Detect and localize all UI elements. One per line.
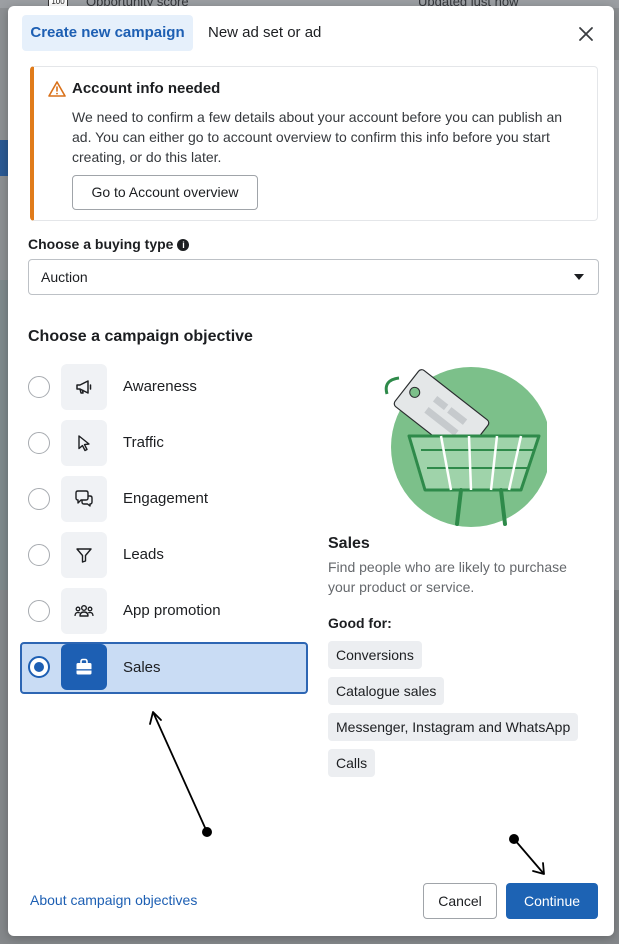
radio-button[interactable] — [28, 544, 50, 566]
buying-type-value: Auction — [41, 269, 88, 285]
buying-type-label-text: Choose a buying type — [28, 236, 174, 252]
radio-button-selected[interactable] — [28, 656, 50, 678]
objective-engagement[interactable]: Engagement — [20, 474, 308, 526]
backdrop-left-strip — [0, 280, 8, 590]
shopping-bag-icon — [61, 644, 107, 690]
objective-traffic[interactable]: Traffic — [20, 418, 308, 470]
objective-label: App promotion — [123, 602, 221, 619]
objective-label: Engagement — [123, 490, 209, 507]
objective-label: Sales — [123, 659, 161, 676]
objective-leads[interactable]: Leads — [20, 530, 308, 582]
good-for-label: Good for: — [328, 615, 392, 631]
tab-new-ad-set-or-ad[interactable]: New ad set or ad — [198, 15, 331, 51]
alert-title: Account info needed — [72, 80, 221, 97]
objective-sales[interactable]: Sales — [20, 642, 308, 694]
objective-awareness[interactable]: Awareness — [20, 362, 308, 414]
objective-label: Awareness — [123, 378, 197, 395]
objective-label: Traffic — [123, 434, 164, 451]
warning-icon — [48, 81, 66, 97]
sales-cart-illustration — [381, 364, 551, 530]
buying-type-select[interactable]: Auction — [28, 259, 599, 295]
objective-heading: Choose a campaign objective — [28, 328, 253, 345]
good-for-chip: Conversions — [328, 641, 422, 669]
cancel-button[interactable]: Cancel — [423, 883, 497, 919]
radio-button[interactable] — [28, 600, 50, 622]
radio-button[interactable] — [28, 488, 50, 510]
good-for-chip: Catalogue sales — [328, 677, 445, 705]
create-campaign-dialog: Create new campaign New ad set or ad Acc… — [8, 6, 614, 936]
objective-label: Leads — [123, 546, 164, 563]
buying-type-label: Choose a buying type i — [28, 236, 190, 252]
selected-objective-title: Sales — [328, 535, 370, 552]
objective-app-promotion[interactable]: App promotion — [20, 586, 308, 638]
continue-button[interactable]: Continue — [506, 883, 598, 919]
good-for-chips: Conversions Catalogue sales Messenger, I… — [328, 641, 598, 785]
good-for-chip: Calls — [328, 749, 376, 777]
people-icon — [61, 588, 107, 634]
tab-create-new-campaign[interactable]: Create new campaign — [22, 15, 193, 51]
chat-bubbles-icon — [61, 476, 107, 522]
backdrop-left-band — [0, 140, 8, 176]
radio-button[interactable] — [28, 376, 50, 398]
good-for-chip: Messenger, Instagram and WhatsApp — [328, 713, 579, 741]
about-campaign-objectives-link[interactable]: About campaign objectives — [30, 892, 197, 908]
account-info-alert: Account info needed We need to confirm a… — [30, 66, 598, 221]
go-to-account-overview-button[interactable]: Go to Account overview — [72, 175, 258, 210]
info-icon[interactable]: i — [177, 239, 190, 251]
radio-button[interactable] — [28, 432, 50, 454]
close-icon[interactable] — [574, 22, 598, 46]
cursor-icon — [61, 420, 107, 466]
filter-icon — [61, 532, 107, 578]
caret-down-icon — [574, 274, 584, 280]
objective-list: Awareness Traffic Engagement Leads App p… — [20, 362, 308, 698]
megaphone-icon — [61, 364, 107, 410]
selected-objective-description: Find people who are likely to purchase y… — [328, 559, 567, 595]
alert-body: We need to confirm a few details about y… — [72, 109, 563, 165]
